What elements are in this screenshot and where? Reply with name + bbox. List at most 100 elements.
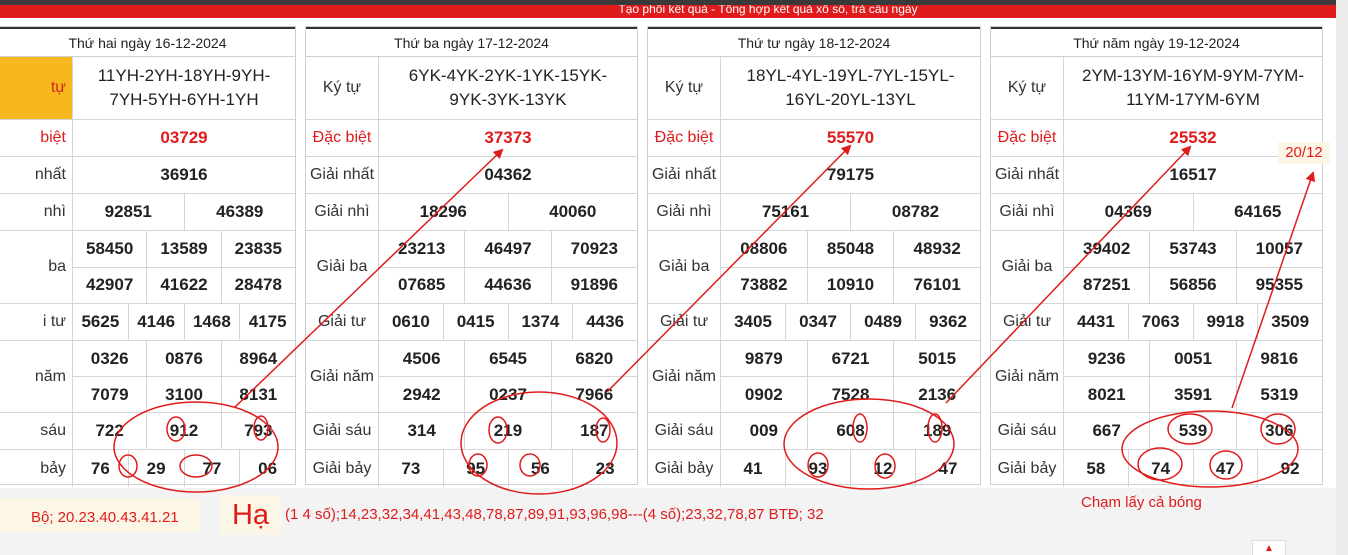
prize-line: 36916 [73, 157, 295, 193]
prize-number: 47 [1192, 450, 1258, 487]
prize-label: sáu [0, 413, 73, 449]
prize-label: Giải bảy [648, 450, 721, 487]
prize-number: 37373 [484, 128, 532, 147]
prize-label: Giải nhất [648, 157, 721, 193]
note-date: 20/12 [1278, 142, 1330, 164]
prize-row-giai-bay: bảy 76 29 77 06 [0, 450, 295, 487]
banner-text: Tạo phôi kết quả - Tổng hợp kết quả xổ s… [618, 5, 918, 16]
prize-number: 87251 [1083, 275, 1131, 295]
prize-values: 08806 85048 48932 73882 10910 76101 [721, 231, 980, 303]
prize-line: 11YH-2YH-18YH-9YH-7YH-5YH-6YH-1YH [73, 57, 295, 119]
prize-values: 314 219 187 [379, 413, 637, 449]
prize-number: 55570 [826, 128, 875, 147]
prize-number: 92 [1257, 450, 1322, 487]
prize-line: 58450 13589 23835 [73, 231, 295, 267]
page-banner: Tạo phôi kết quả - Tổng hợp kết quả xổ s… [0, 5, 1336, 18]
prize-values: 667 539 306 [1064, 413, 1322, 449]
prize-row-giai-nhat: Giải nhất 16517 [991, 157, 1322, 194]
prize-label: Giải ba [306, 231, 379, 303]
prize-number: 7528 [806, 377, 894, 412]
prize-values: 36916 [73, 157, 295, 193]
prize-row-giai-bay: Giải bảy 73 95 56 23 [306, 450, 637, 487]
prize-line: 04369 64165 [1064, 194, 1322, 230]
prize-number: 46497 [464, 231, 550, 267]
prize-values: 73 95 56 23 [379, 450, 637, 487]
prize-number: 0415 [442, 304, 508, 340]
prize-line: 7079 3100 8131 [73, 376, 295, 412]
prize-number: 58450 [86, 238, 134, 258]
prize-label: Ký tự [306, 57, 379, 119]
prize-values: 9879 6721 5015 0902 7528 2136 [721, 341, 980, 412]
result-card-2: Thứ ba ngày 17-12-2024 Ký tự 6YK-4YK-2YK-1… [305, 26, 638, 487]
prize-line: 42907 41622 28478 [73, 266, 295, 303]
prize-label: Giải bảy [991, 450, 1064, 487]
prize-number: 5319 [1235, 377, 1322, 412]
prize-line: 18296 40060 [379, 194, 637, 230]
prize-values: 58 74 47 92 [1064, 450, 1322, 487]
prize-values: 04362 [379, 157, 637, 193]
prize-number: 95355 [1235, 267, 1322, 303]
prize-number: 23213 [398, 238, 446, 258]
prize-number: 47 [915, 450, 980, 487]
prize-label: Giải tư [991, 304, 1064, 340]
prize-line: 23213 46497 70923 [379, 231, 637, 267]
prize-row-giai-ba: Giải ba 23213 46497 70923 07685 44636 91896 [306, 231, 637, 304]
prize-number: 12 [850, 450, 915, 487]
prize-number: 4175 [239, 304, 295, 340]
prize-values: 76 29 77 06 [73, 450, 295, 487]
prize-label: Giải nhì [648, 194, 721, 230]
prize-label: Giải nhất [306, 157, 379, 193]
prize-number: 793 [220, 413, 295, 449]
scroll-top-button[interactable]: ▲ [1252, 540, 1286, 555]
prize-label: bảy [0, 450, 73, 487]
prize-label: nhì [0, 194, 73, 230]
prize-line: 2YM-13YM-16YM-9YM-7YM-11YM-17YM-6YM [1064, 57, 1322, 119]
prize-label: biệt [0, 120, 73, 156]
prize-label: Đặc biệt [306, 120, 379, 156]
prize-number: 9918 [1192, 304, 1258, 340]
prize-row-giai-sau: Giải sáu 314 219 187 [306, 413, 637, 450]
prize-row-giai-nam: năm 0326 0876 8964 7079 3100 8131 [0, 341, 295, 413]
prize-row-giai-nhi: nhì 92851 46389 [0, 194, 295, 231]
prize-number: 44636 [464, 267, 550, 303]
prize-label: Giải ba [991, 231, 1064, 303]
prize-line: 4506 6545 6820 [379, 341, 637, 376]
prize-values: 37373 [379, 120, 637, 156]
prize-label: Giải sáu [648, 413, 721, 449]
prize-number: 0237 [464, 377, 550, 412]
prize-number: 608 [806, 413, 894, 449]
prize-line: 58 74 47 92 [1064, 450, 1322, 487]
prize-row-dac-biet: Đặc biệt 25532 [991, 120, 1322, 157]
prize-values: 75161 08782 [721, 194, 980, 230]
prize-values: 79175 [721, 157, 980, 193]
prize-values: 4431 7063 9918 3509 [1064, 304, 1322, 340]
prize-values: 04369 64165 [1064, 194, 1322, 230]
prize-line: 9879 6721 5015 [721, 341, 980, 376]
prize-row-dac-biet: Đặc biệt 55570 [648, 120, 980, 157]
prize-values: 722 912 793 [73, 413, 295, 449]
prize-number: 009 [749, 421, 779, 440]
prize-row-giai-bay: Giải bảy 58 74 47 92 [991, 450, 1322, 487]
prize-values: 18YL-4YL-19YL-7YL-15YL-16YL-20YL-13YL [721, 57, 980, 119]
prize-label: Giải tư [648, 304, 721, 340]
prize-row-giai-tu: Giải tư 3405 0347 0489 9362 [648, 304, 980, 341]
prize-label: Ký tự [991, 57, 1064, 119]
prize-number: 0326 [90, 348, 129, 368]
prize-number: 2136 [893, 377, 980, 412]
prize-number: 58 [1086, 458, 1106, 478]
prize-number: 36916 [160, 165, 208, 184]
prize-row-dac-biet: Đặc biệt 37373 [306, 120, 637, 157]
prize-row-giai-nhi: Giải nhì 18296 40060 [306, 194, 637, 231]
prize-number: 08782 [850, 194, 980, 230]
prize-line: 2942 0237 7966 [379, 376, 637, 412]
prize-line: 18YL-4YL-19YL-7YL-15YL-16YL-20YL-13YL [721, 57, 980, 119]
prize-number: 667 [1092, 421, 1121, 440]
prize-line: 07685 44636 91896 [379, 266, 637, 303]
prize-line: 55570 [721, 120, 980, 156]
prize-values: 2YM-13YM-16YM-9YM-7YM-11YM-17YM-6YM [1064, 57, 1322, 119]
prize-line: 92851 46389 [73, 194, 295, 230]
prize-number: 53743 [1149, 231, 1235, 267]
right-gutter [1336, 0, 1348, 555]
prize-row-giai-nam: Giải năm 9236 0051 9816 8021 3591 5319 [991, 341, 1322, 413]
prize-number: 41622 [146, 267, 220, 303]
